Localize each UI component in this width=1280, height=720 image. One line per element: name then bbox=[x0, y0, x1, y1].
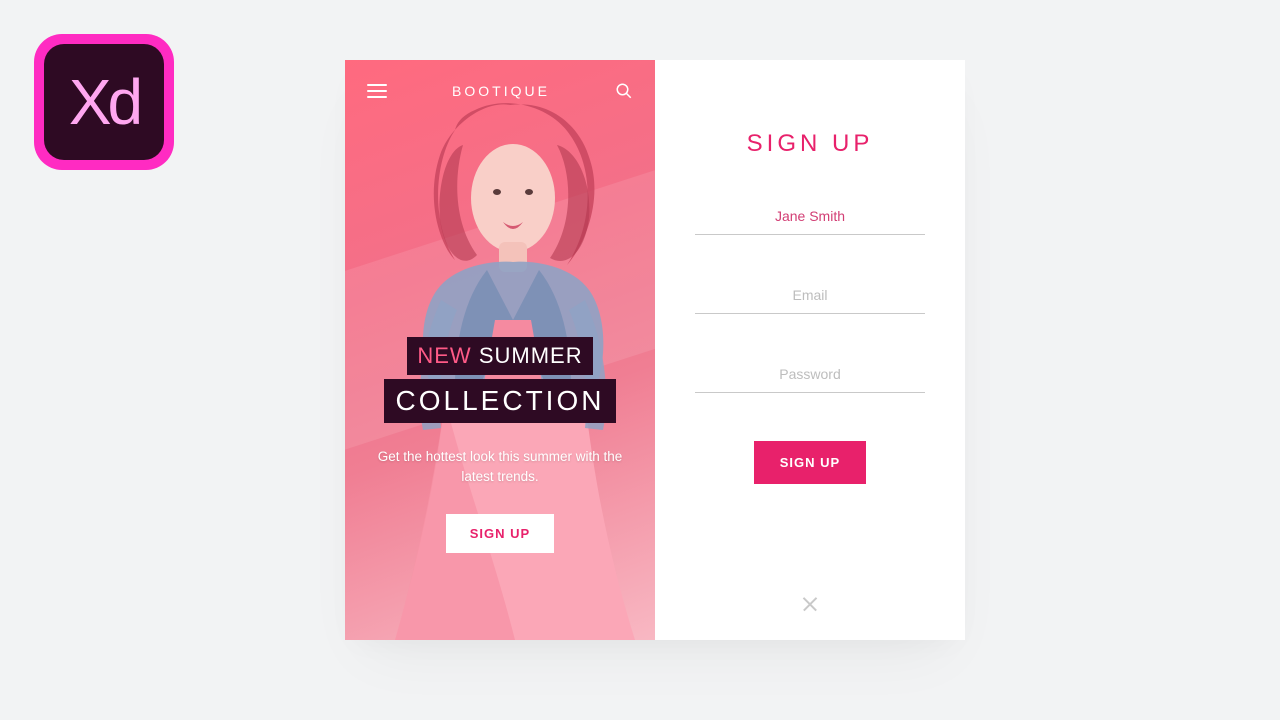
adobe-xd-icon: Xd bbox=[34, 34, 174, 170]
headline-line1: NEW SUMMER bbox=[407, 337, 592, 375]
password-field[interactable] bbox=[695, 356, 925, 393]
headline-new: NEW bbox=[417, 343, 471, 368]
form-title: SIGN UP bbox=[695, 130, 925, 158]
hero-panel: BOOTIQUE NEW SUMMER COLLECTION Get the h… bbox=[345, 60, 655, 640]
headline-collection: COLLECTION bbox=[384, 379, 617, 423]
signup-card: BOOTIQUE NEW SUMMER COLLECTION Get the h… bbox=[345, 60, 965, 640]
hero-signup-button[interactable]: SIGN UP bbox=[446, 514, 554, 553]
search-icon[interactable] bbox=[615, 82, 633, 100]
name-field[interactable] bbox=[695, 198, 925, 235]
hero-tagline: Get the hottest look this summer with th… bbox=[375, 447, 625, 488]
signup-form-panel: SIGN UP SIGN UP bbox=[655, 60, 965, 640]
close-icon[interactable] bbox=[800, 594, 820, 614]
adobe-xd-label: Xd bbox=[44, 44, 164, 160]
submit-signup-button[interactable]: SIGN UP bbox=[754, 441, 866, 484]
email-field[interactable] bbox=[695, 277, 925, 314]
headline-summer: SUMMER bbox=[479, 343, 583, 368]
menu-icon[interactable] bbox=[367, 80, 387, 102]
brand-name: BOOTIQUE bbox=[452, 83, 550, 99]
